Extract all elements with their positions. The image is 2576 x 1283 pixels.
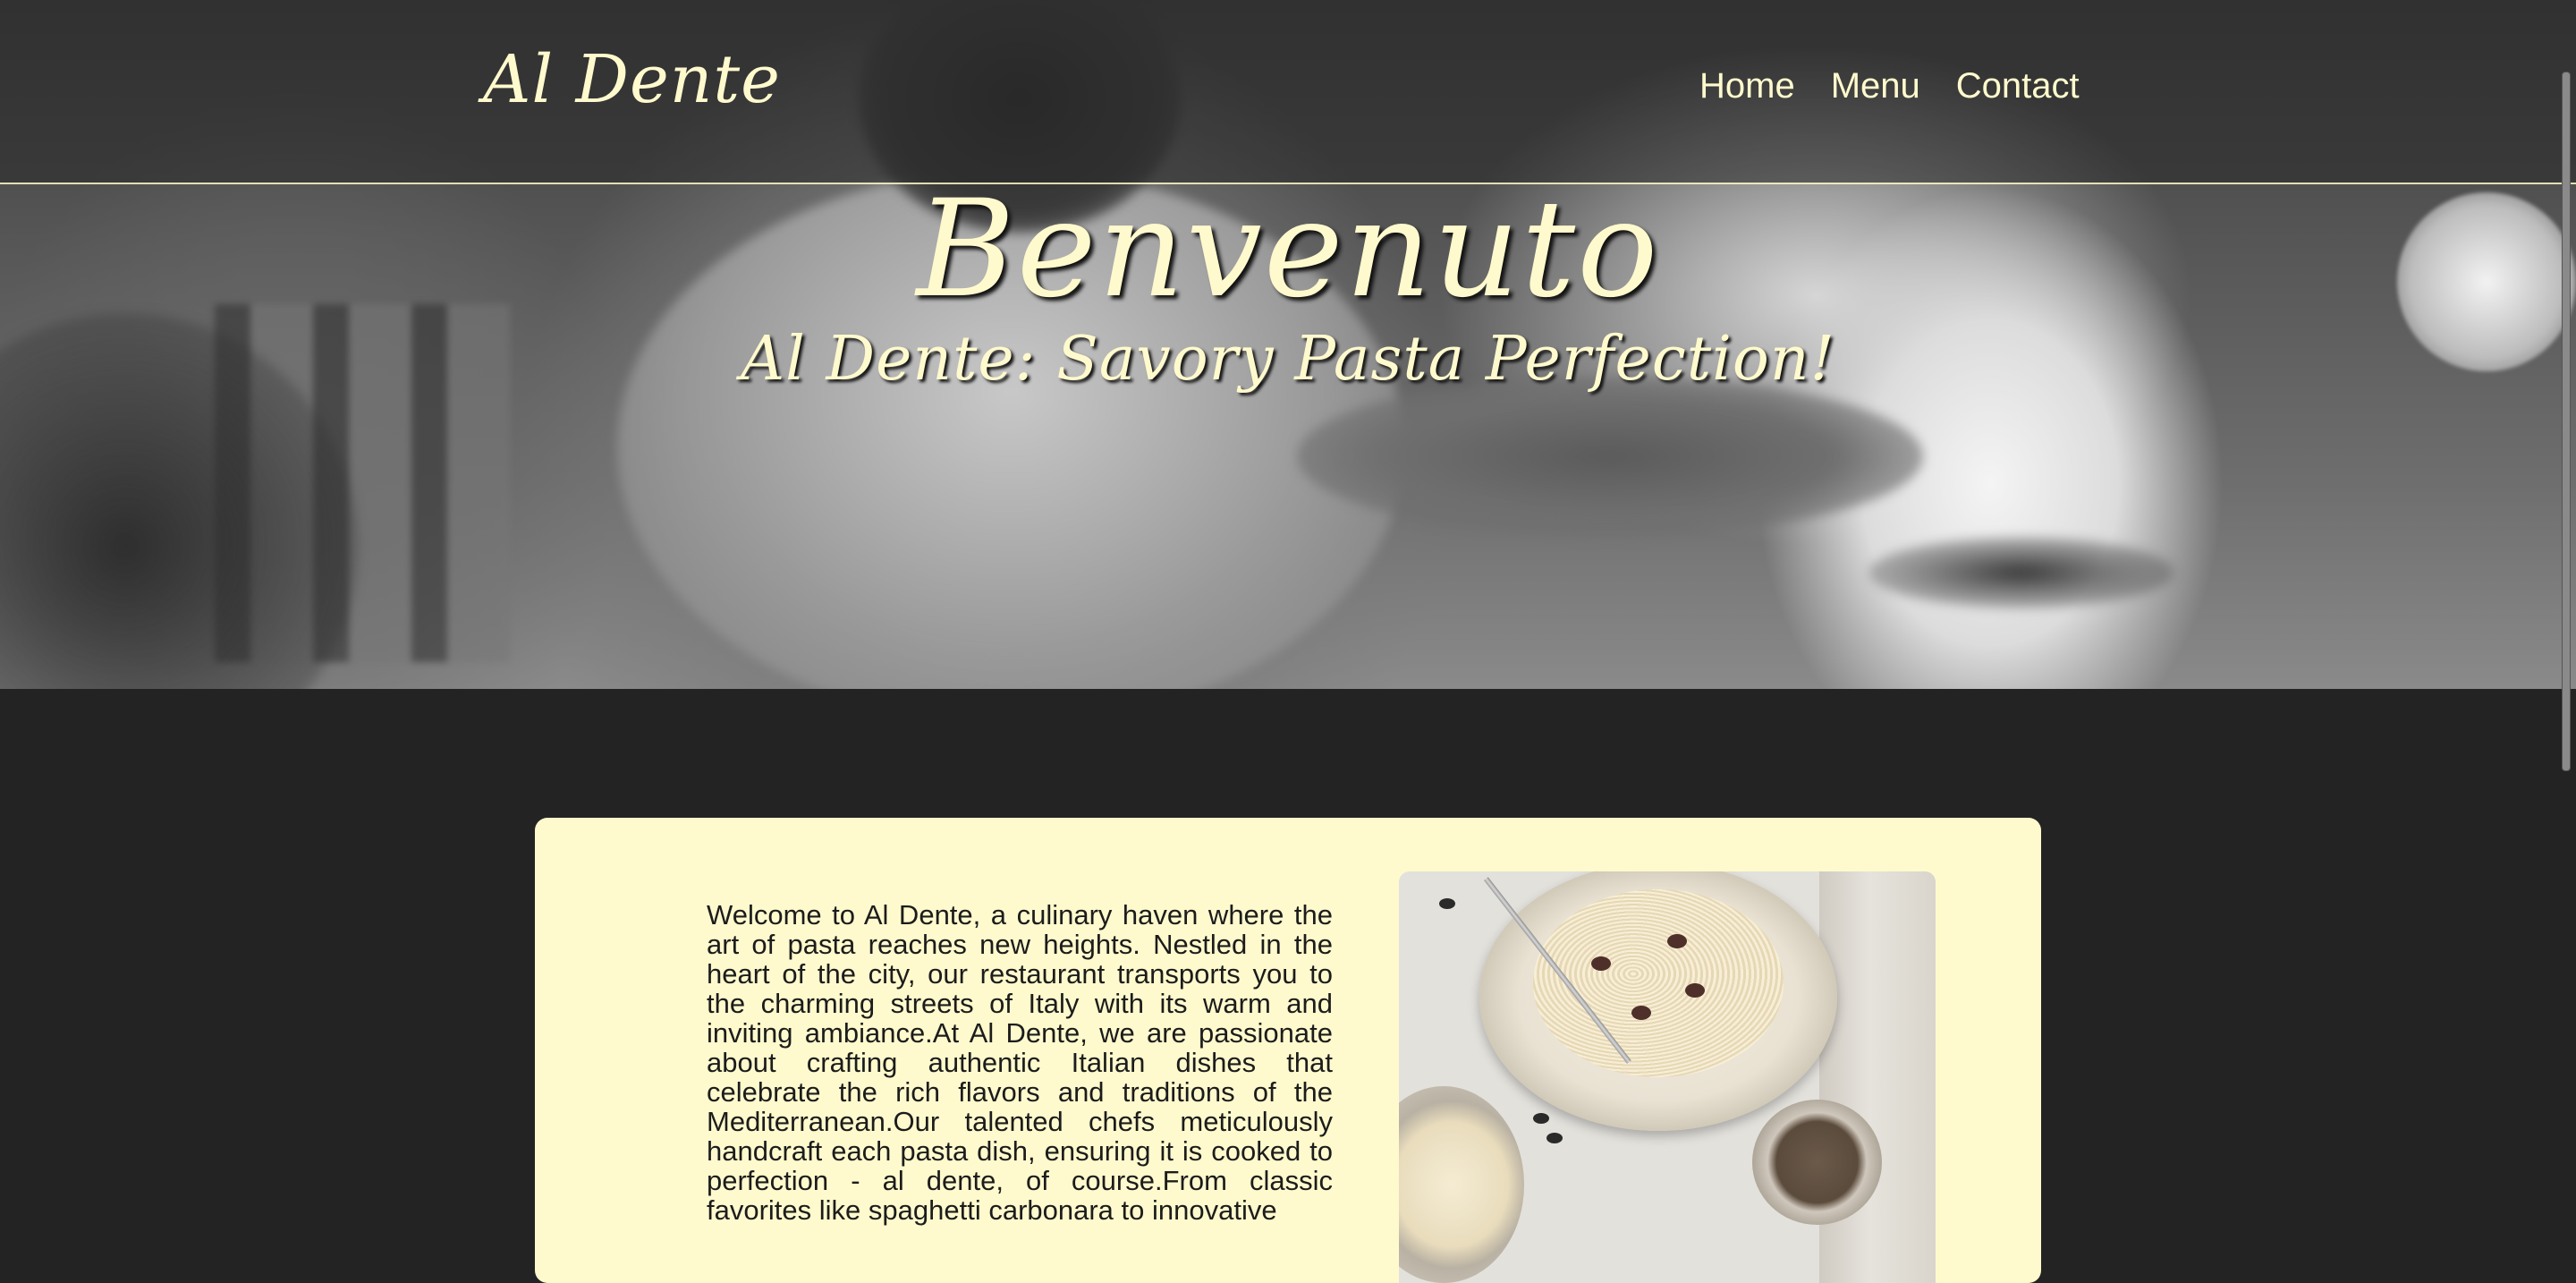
spice-bowl-shape: [1752, 1100, 1882, 1225]
hero-pan-shape: [1869, 537, 2174, 608]
leaf-shape: [1533, 1113, 1549, 1124]
hero-subtitle: Al Dente: Savory Pasta Perfection!: [741, 324, 1835, 395]
page-scrollbar[interactable]: [2562, 72, 2571, 771]
header-backdrop: [0, 0, 2576, 183]
olive-shape: [1667, 934, 1687, 948]
about-card: Welcome to Al Dente, a culinary haven wh…: [535, 818, 2041, 1283]
hero-banner: Benvenuto Al Dente: Savory Pasta Perfect…: [0, 0, 2576, 689]
pasta-dish-image: [1399, 871, 1936, 1283]
about-text: Welcome to Al Dente, a culinary haven wh…: [707, 899, 1333, 1226]
olive-shape: [1631, 1006, 1651, 1020]
nav-link-contact[interactable]: Contact: [1956, 66, 2080, 106]
olive-shape: [1591, 956, 1611, 971]
leaf-shape: [1439, 898, 1455, 909]
leaf-shape: [1546, 1133, 1563, 1143]
nav-link-home[interactable]: Home: [1699, 66, 1795, 106]
site-logo[interactable]: Al Dente: [483, 41, 781, 118]
side-bowl-shape: [1399, 1086, 1524, 1283]
olive-shape: [1685, 983, 1705, 998]
hero-arm-shape: [1297, 376, 1923, 537]
nav-link-menu[interactable]: Menu: [1831, 66, 1920, 106]
hero-title: Benvenuto: [916, 172, 1660, 327]
main-nav: Home Menu Contact: [1699, 66, 2080, 106]
